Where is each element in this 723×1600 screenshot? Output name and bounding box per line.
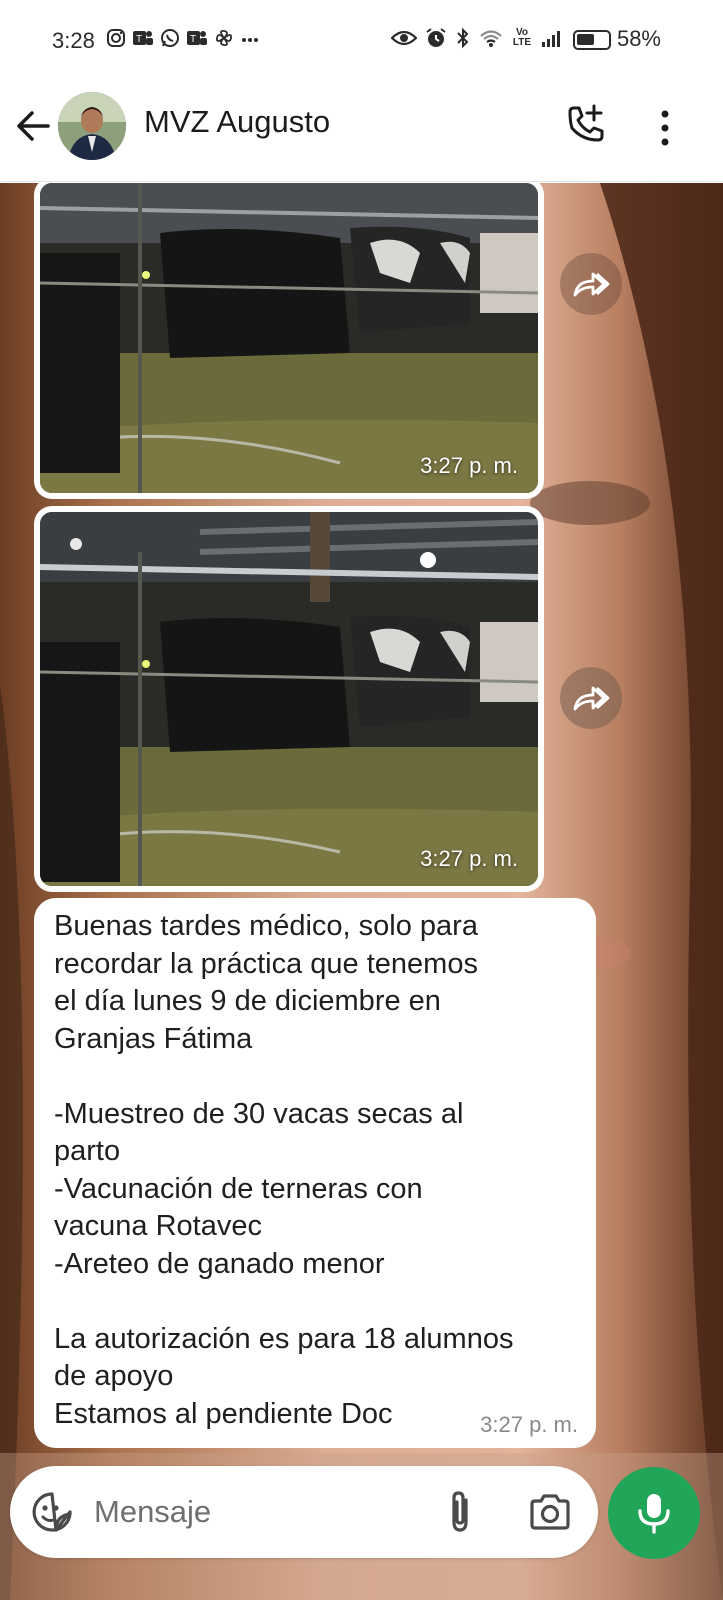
message-body: Buenas tardes médico, solo para recordar … [54, 908, 576, 1433]
system-icons: Vo LTE [391, 27, 563, 49]
volte-icon: Vo LTE [512, 27, 532, 48]
bluetooth-icon [457, 27, 469, 49]
more-options-button[interactable] [650, 104, 680, 152]
message-time: 3:27 p. m. [420, 846, 518, 871]
voice-message-button[interactable] [608, 1467, 700, 1559]
message-line: parto [54, 1135, 121, 1167]
message-line: Buenas tardes médico, solo para [54, 910, 478, 942]
pinwheel-icon [215, 29, 233, 47]
attach-button[interactable] [440, 1488, 480, 1536]
message-line: -Areteo de ganado menor [54, 1247, 385, 1280]
message-line: el día lunes 9 de diciembre en [54, 985, 441, 1017]
message-line: Granjas Fátima [54, 1022, 253, 1055]
image-message[interactable]: 3:27 p. m. [34, 506, 544, 892]
notification-icons: T T [106, 28, 260, 48]
battery-indicator: 58% [572, 26, 661, 52]
more-vert-icon [661, 110, 669, 146]
sticker-icon [32, 1492, 72, 1532]
alarm-icon [426, 28, 446, 47]
message-line: -Vacunación de terneras con [54, 1172, 423, 1205]
message-time: 3:27 p. m. [480, 1412, 578, 1437]
milking-parlor-photo[interactable]: 3:27 p. m. [40, 183, 538, 493]
battery-icon [572, 30, 611, 51]
arrow-left-icon [17, 111, 50, 141]
message-line: de apoyo [54, 1360, 174, 1392]
camera-icon [530, 1494, 570, 1530]
message-composer [10, 1466, 598, 1558]
contact-name[interactable]: MVZ Augusto [144, 104, 330, 140]
add-call-button[interactable] [562, 102, 610, 150]
chat-area[interactable]: 3:27 p. m. 3:27 p. m. Buenas tardes médi… [0, 183, 723, 1600]
text-message[interactable]: Buenas tardes médico, solo para recordar … [34, 898, 596, 1448]
chat-header: MVZ Augusto [0, 82, 723, 182]
forward-button[interactable] [560, 253, 622, 315]
whatsapp-icon [161, 29, 179, 47]
signal-icon [542, 31, 560, 47]
status-bar: 3:28 T T Vo LTE 58% [0, 0, 723, 82]
sticker-button[interactable] [30, 1490, 74, 1534]
milking-parlor-photo[interactable]: 3:27 p. m. [40, 512, 538, 886]
paperclip-icon [452, 1491, 468, 1532]
avatar-photo [58, 92, 126, 160]
status-time: 3:28 [52, 28, 95, 53]
eye-icon [391, 30, 417, 46]
instagram-icon [107, 29, 125, 47]
message-time: 3:27 p. m. [420, 453, 518, 478]
svg-text:T: T [136, 34, 142, 45]
battery-level [576, 34, 594, 46]
message-line: vacuna Rotavec [54, 1210, 262, 1242]
message-line: -Muestreo de 30 vacas secas al [54, 1097, 464, 1130]
message-line: La autorización es para 18 alumnos [54, 1322, 514, 1355]
message-line: recordar la práctica que tenemos [54, 947, 478, 980]
message-line [54, 1058, 576, 1096]
camera-button[interactable] [528, 1490, 572, 1534]
wifi-icon [480, 30, 502, 47]
photo-content [40, 512, 538, 886]
add-call-icon [568, 104, 604, 142]
more-dots-icon [242, 38, 258, 42]
svg-text:T: T [190, 34, 196, 45]
teams-icon: T [187, 31, 207, 45]
photo-content [40, 183, 538, 493]
forward-button[interactable] [560, 667, 622, 729]
image-message[interactable]: 3:27 p. m. [34, 183, 544, 499]
teams-icon: T [133, 31, 153, 45]
mic-icon [638, 1494, 670, 1534]
avatar[interactable] [58, 92, 126, 160]
forward-icon [573, 686, 610, 711]
battery-percent: 58% [616, 26, 661, 51]
message-input[interactable] [94, 1490, 424, 1534]
forward-icon [573, 272, 610, 297]
back-button[interactable] [14, 106, 54, 146]
message-line [54, 1283, 576, 1321]
